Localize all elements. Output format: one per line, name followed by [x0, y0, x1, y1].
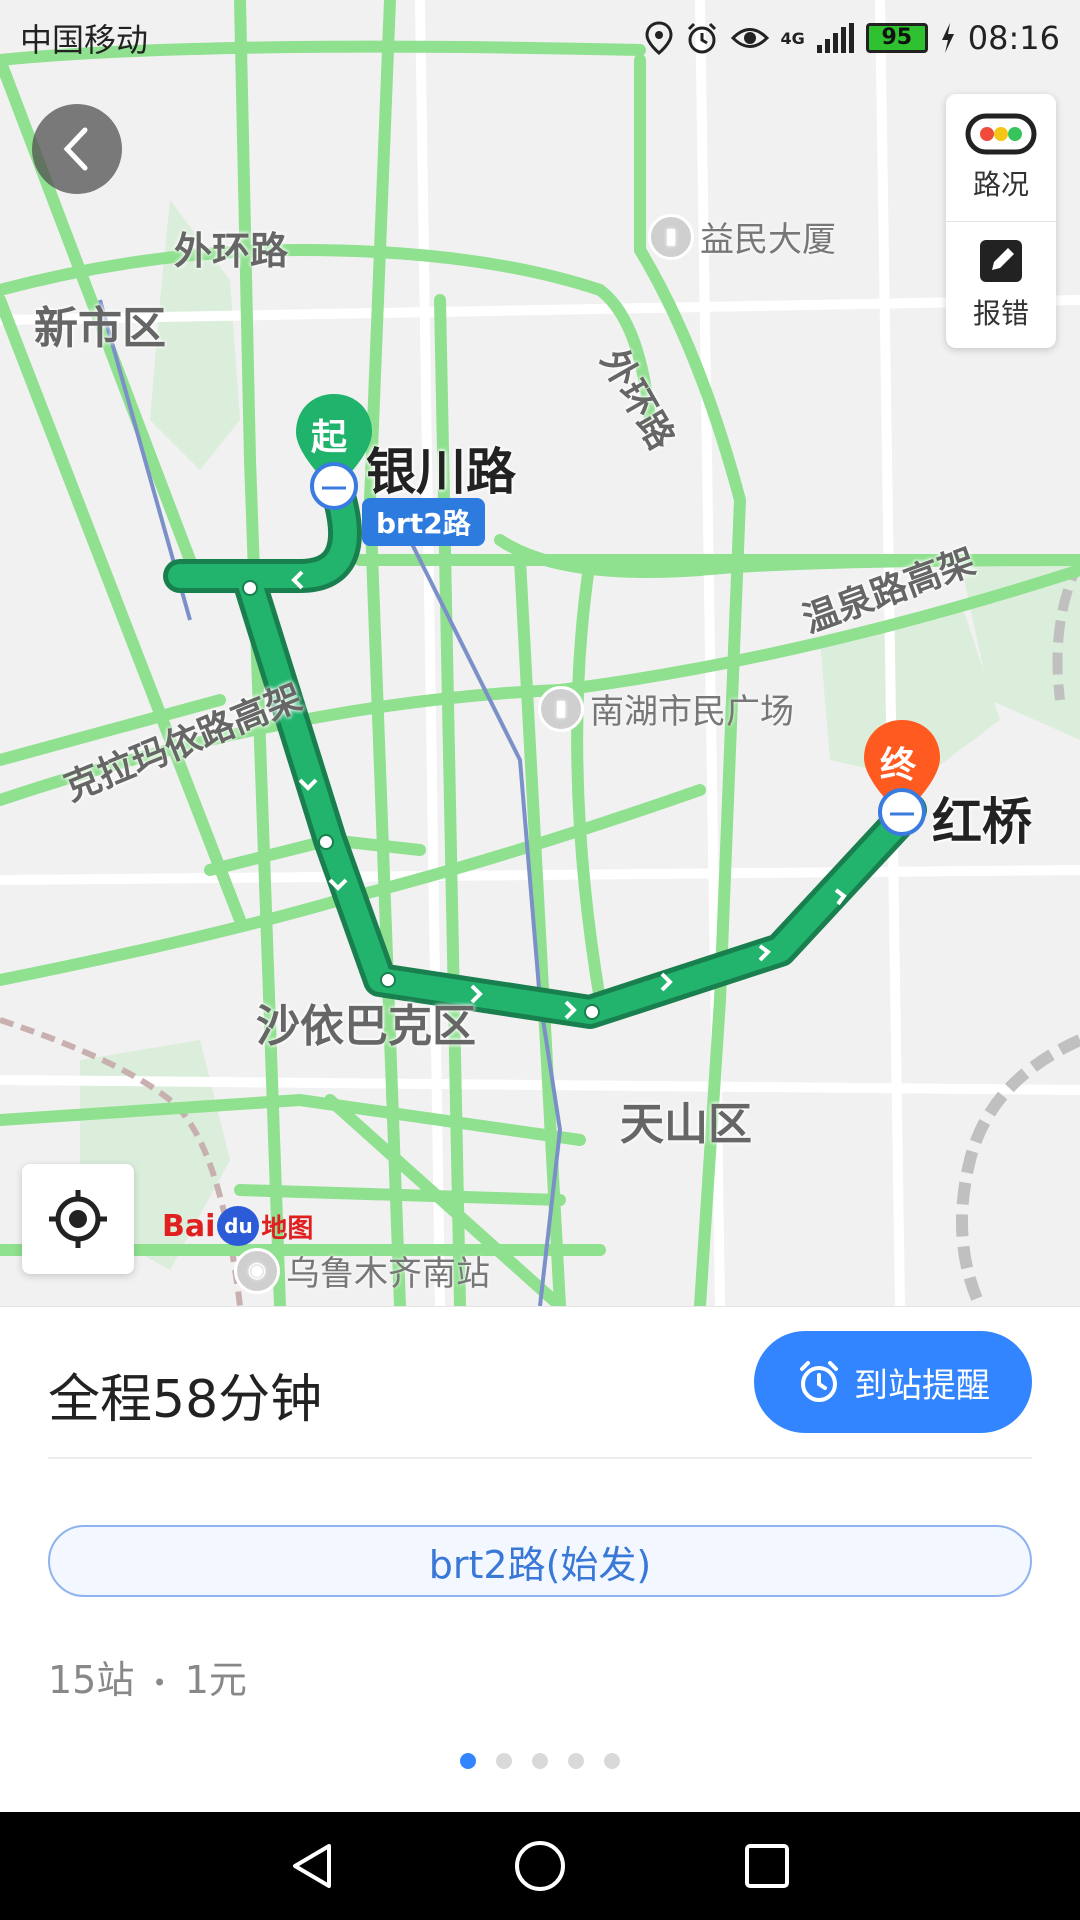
- traffic-label: 路况: [972, 167, 1029, 201]
- page-dot[interactable]: [460, 1753, 476, 1769]
- line-badge: brt2路: [362, 498, 485, 546]
- stop-count: 15站: [48, 1658, 135, 1702]
- start-marker-text: 起: [311, 417, 348, 458]
- building-icon: ▮: [538, 685, 584, 732]
- fare: 1元: [184, 1658, 247, 1702]
- traffic-button[interactable]: 路况: [946, 94, 1056, 221]
- report-error-button[interactable]: 报错: [946, 221, 1056, 348]
- carrier-label: 中国移动: [20, 21, 149, 59]
- paw-icon: du: [217, 1206, 260, 1246]
- end-stop-name: 红桥: [932, 793, 1032, 851]
- end-marker-text: 终: [880, 745, 917, 786]
- building-icon: ▮: [648, 213, 694, 260]
- meta-separator: •: [152, 1668, 167, 1697]
- nav-recents-icon[interactable]: [739, 1838, 795, 1894]
- clock: 08:16: [967, 19, 1060, 57]
- route-duration: 全程58分钟: [48, 1370, 323, 1430]
- alarm-clock-icon: [800, 1361, 838, 1402]
- map-tools-panel: 路况 报错: [946, 94, 1056, 348]
- bus-line-chip[interactable]: brt2路(始发): [48, 1525, 1032, 1597]
- signal-icon: [816, 23, 854, 53]
- station-icon: ◉: [234, 1247, 280, 1294]
- poi-south-station-label: 乌鲁木齐南站: [286, 1254, 490, 1294]
- logo-text-left: Bai: [162, 1208, 216, 1244]
- logo-text-cn: 地图: [261, 1213, 314, 1244]
- report-label: 报错: [972, 297, 1029, 330]
- system-nav-bar: [0, 1812, 1080, 1920]
- back-button[interactable]: [32, 104, 122, 194]
- charging-icon: [941, 23, 954, 53]
- network-type: 4G: [780, 28, 805, 48]
- arrival-reminder-label: 到站提醒: [854, 1365, 990, 1406]
- district-label-xinshi: 新市区: [34, 303, 166, 354]
- poi-nanhu[interactable]: ▮ 南湖市民广场: [538, 684, 794, 733]
- location-icon: [645, 21, 673, 55]
- poi-nanhu-label: 南湖市民广场: [590, 692, 794, 732]
- page-indicator[interactable]: [0, 1753, 1080, 1769]
- alarm-icon: [687, 22, 716, 54]
- district-label-shayibake: 沙依巴克区: [256, 1001, 476, 1052]
- traffic-light-icon: [965, 113, 1037, 154]
- poi-yimin-label: 益民大厦: [700, 220, 836, 260]
- locate-icon: [49, 1190, 107, 1248]
- page-dot[interactable]: [604, 1753, 620, 1769]
- arrival-reminder-button[interactable]: 到站提醒: [754, 1331, 1032, 1433]
- district-label-tianshan: 天山区: [620, 1099, 752, 1150]
- map-view[interactable]: 新市区 沙依巴克区 天山区 外环路 外环路 温泉路高架 克拉玛依路高架 ▮ 益民…: [0, 0, 1080, 1306]
- page-dot[interactable]: [532, 1753, 548, 1769]
- page-dot[interactable]: [568, 1753, 584, 1769]
- locate-button[interactable]: [22, 1164, 134, 1274]
- status-bar: 中国移动 4G 95 08:16: [0, 0, 1080, 76]
- route-meta: 15站 • 1元: [48, 1649, 247, 1704]
- poi-yimin[interactable]: ▮ 益民大厦: [648, 212, 836, 261]
- battery-icon: 95: [865, 23, 928, 53]
- nav-home-icon[interactable]: [512, 1838, 568, 1894]
- road-label-waihuan: 外环路: [174, 229, 289, 273]
- eye-icon: [730, 28, 769, 48]
- baidu-map-logo: Bai du 地图: [162, 1206, 313, 1246]
- start-stop-name: 银川路: [366, 443, 516, 501]
- divider: [48, 1457, 1032, 1459]
- poi-south-station[interactable]: ◉ 乌鲁木齐南站: [234, 1246, 490, 1295]
- map-canvas: [0, 0, 1080, 1306]
- route-detail-sheet: 全程58分钟 到站提醒 brt2路(始发) 15站 • 1元: [0, 1306, 1080, 1812]
- page-dot[interactable]: [496, 1753, 512, 1769]
- chevron-left-icon: [63, 127, 88, 171]
- status-icons: 4G 95 08:16: [645, 19, 1060, 57]
- nav-back-icon[interactable]: [285, 1838, 341, 1894]
- edit-icon: [980, 240, 1022, 282]
